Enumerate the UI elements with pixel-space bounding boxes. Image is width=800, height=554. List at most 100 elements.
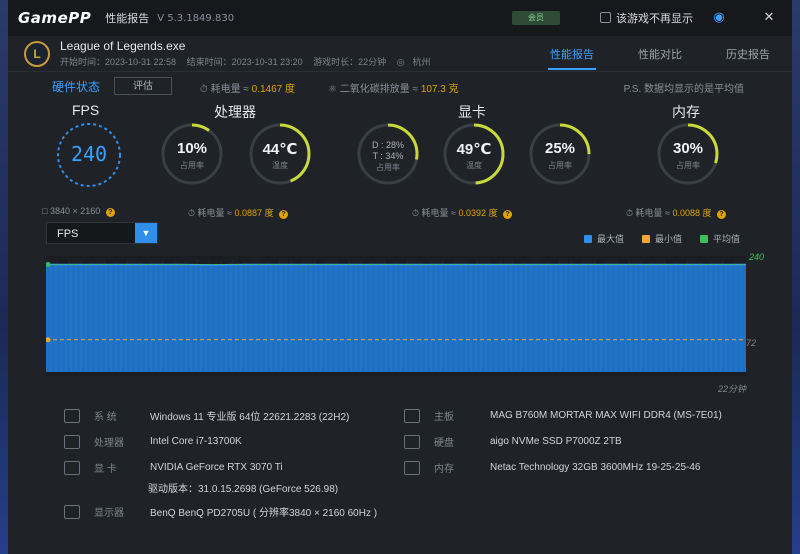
sysinfo-gpu-label: 显 卡 [94, 464, 117, 475]
power-icon: ⏱ [626, 208, 634, 218]
help-icon[interactable]: ? [105, 208, 115, 217]
gpu-usage-label: 占用率 [548, 161, 572, 170]
total-power-label: 耗电量 ≈ [210, 84, 249, 95]
sysinfo-motherboard-value: MAG B760M MORTAR MAX WIFI DDR4 (MS-7E01) [490, 410, 722, 421]
gpu-d-usage-gauge: D : 28% T : 34% 占用率 [356, 122, 420, 186]
power-icon: ⏱ [188, 208, 196, 218]
ram-power-label: 耗电量 ≈ [635, 208, 670, 218]
cpu-usage-value: 10% [176, 140, 208, 157]
tab-history-report[interactable]: 历史报告 [724, 40, 772, 70]
chart-legend: 最大值 最小值 平均值 [583, 232, 740, 245]
game-meta: 开始时间：2023-10-31 22:58 结束时间：2023-10-31 23… [60, 55, 439, 68]
hardware-status-row: 硬件状态 评估 ⏱ 耗电量 ≈ 0.1467 度 ⚛ 二氧化碳排放量 ≈ 107… [8, 72, 792, 100]
sysinfo-driver: 驱动版本：31.0.15.2698 (GeForce 526.98) [148, 480, 338, 495]
resolution-icon: □ [42, 206, 48, 216]
tab-performance-compare[interactable]: 性能对比 [636, 40, 684, 70]
ram-usage-value: 30% [672, 140, 704, 157]
cpu-power-value: 0.0887 度 [234, 208, 274, 218]
gamepp-window: GamePP 性能报告 V 5.3.1849.830 会员 该游戏不再显示 ◉ … [8, 0, 792, 554]
sysinfo-disk-value: aigo NVMe SSD P7000Z 2TB [490, 436, 622, 447]
help-icon[interactable]: ? [279, 210, 289, 219]
game-icon: L [24, 40, 50, 67]
total-power-value: 0.1467 度 [251, 84, 296, 95]
chart-min-label: 72 [745, 338, 756, 348]
co2-icon: ⚛ [328, 84, 337, 95]
hardware-status-title: 硬件状态 [52, 79, 101, 94]
desktop-edge-left [0, 0, 8, 554]
location-icon: ◎ [396, 57, 405, 67]
chart-max-label: 240 [748, 252, 764, 262]
help-icon[interactable]: ? [503, 210, 513, 219]
legend-max-label: 最大值 [596, 234, 624, 244]
gauges-section: FPS 240 □ 3840 × 2160 ? 处理器 10% 占用率 44℃ … [8, 100, 792, 219]
sysinfo-gpu-value: NVIDIA GeForce RTX 3070 Ti [150, 462, 283, 473]
report-tabs: 性能报告 性能对比 历史报告 [548, 40, 772, 70]
sysinfo-disk-label: 硬盘 [434, 438, 454, 449]
legend-min-swatch [641, 235, 650, 243]
sysinfo-motherboard: 主板 MAG B760M MORTAR MAX WIFI DDR4 (MS-7E… [404, 408, 722, 423]
start-time: 开始时间：2023-10-31 22:58 [60, 57, 177, 67]
hide-game-label[interactable]: 该游戏不再显示 [616, 10, 693, 26]
legend-max-swatch [583, 235, 592, 243]
sysinfo-cpu-label: 处理器 [94, 438, 124, 449]
system-info: 系 统 Windows 11 专业版 64位 22621.2283 (22H2)… [64, 402, 764, 532]
cpu-temp-label: 温度 [272, 161, 288, 170]
gpu-t-value: T : 34% [372, 151, 404, 161]
sysinfo-monitor-label: 显示器 [94, 508, 124, 519]
average-note: P.S. 数据均显示的是平均值 [623, 84, 744, 95]
camera-icon[interactable]: ◉ [710, 8, 728, 26]
sysinfo-motherboard-label: 主板 [434, 412, 454, 423]
help-icon[interactable]: ? [717, 210, 727, 219]
cpu-usage-gauge: 10% 占用率 [160, 122, 224, 186]
legend-avg[interactable]: 平均值 [699, 232, 740, 245]
member-badge[interactable]: 会员 [512, 11, 560, 25]
legend-max[interactable]: 最大值 [583, 232, 624, 245]
sysinfo-ram-value: Netac Technology 32GB 3600MHz 19-25-25-4… [490, 462, 701, 473]
ram-power-value: 0.0088 度 [672, 208, 712, 218]
sysinfo-ram-label: 内存 [434, 464, 454, 475]
ram-power: ⏱ 耗电量 ≈ 0.0088 度 ? [626, 206, 727, 219]
metric-select[interactable]: FPS ▼ [46, 222, 158, 244]
monitor-icon [64, 504, 80, 519]
hide-game-checkbox[interactable] [600, 12, 611, 23]
report-header: L League of Legends.exe 开始时间：2023-10-31 … [8, 36, 792, 72]
windows-icon [64, 408, 80, 423]
gpu-icon [64, 460, 80, 475]
gpu-d-usage-label: 占用率 [376, 163, 400, 172]
total-power: ⏱ 耗电量 ≈ 0.1467 度 [200, 80, 295, 95]
legend-avg-swatch [699, 235, 708, 243]
metric-select-value: FPS [57, 228, 79, 240]
fps-title: FPS [72, 102, 100, 118]
gpu-temp-value: 49℃ [456, 141, 492, 158]
gpu-temp-gauge: 49℃ 温度 [442, 122, 506, 186]
chevron-down-icon[interactable]: ▼ [135, 223, 157, 243]
app-logo: GamePP [18, 9, 92, 27]
gpu-title: 显卡 [458, 104, 486, 120]
sysinfo-gpu: 显 卡 NVIDIA GeForce RTX 3070 Ti [64, 460, 283, 475]
legend-min-label: 最小值 [654, 234, 682, 244]
close-icon[interactable]: ✕ [760, 8, 778, 26]
ram-title: 内存 [672, 104, 700, 120]
cpu-power-label: 耗电量 ≈ [197, 208, 232, 218]
sysinfo-os: 系 统 Windows 11 专业版 64位 22621.2283 (22H2) [64, 408, 349, 423]
location: 杭州 [412, 57, 431, 67]
legend-avg-label: 平均值 [712, 234, 740, 244]
cpu-usage-label: 占用率 [180, 161, 204, 170]
tab-performance-report[interactable]: 性能报告 [548, 40, 596, 70]
evaluate-button[interactable]: 评估 [114, 77, 173, 95]
sysinfo-monitor-value: BenQ BenQ PD2705U ( 分辨率3840 × 2160 60Hz … [150, 508, 378, 519]
cpu-temp-value: 44℃ [262, 141, 298, 158]
ram-usage-gauge: 30% 占用率 [656, 122, 720, 186]
sysinfo-monitor: 显示器 BenQ BenQ PD2705U ( 分辨率3840 × 2160 6… [64, 504, 377, 519]
legend-min[interactable]: 最小值 [641, 232, 682, 245]
game-name: League of Legends.exe [60, 39, 186, 53]
power-icon: ⏱ [412, 208, 420, 218]
cpu-icon [64, 434, 80, 449]
window-title: 性能报告 [105, 13, 150, 25]
gpu-usage-gauge: 25% 占用率 [528, 122, 592, 186]
power-icon: ⏱ [200, 84, 208, 95]
sysinfo-disk: 硬盘 aigo NVMe SSD P7000Z 2TB [404, 434, 622, 449]
cpu-temp-gauge: 44℃ 温度 [248, 122, 312, 186]
fps-area-chart[interactable] [46, 256, 746, 376]
fps-gauge: 240 [54, 120, 124, 190]
